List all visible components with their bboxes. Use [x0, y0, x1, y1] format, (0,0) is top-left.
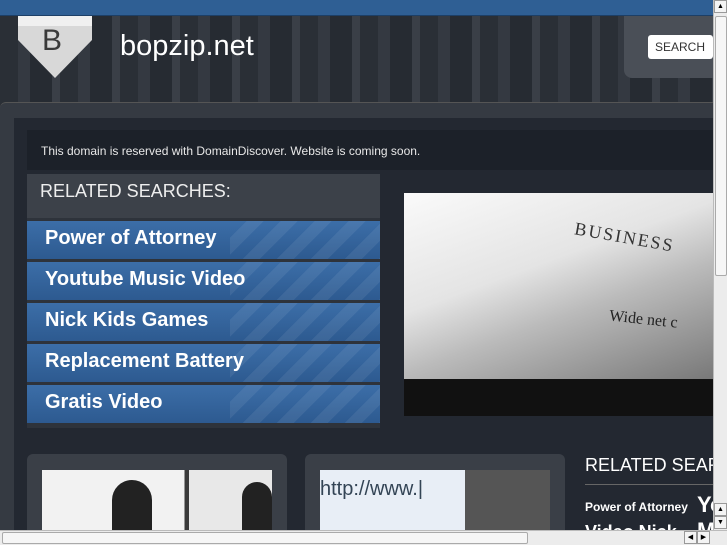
related-searches-title-2: RELATED SEARCHES:: [585, 455, 713, 475]
related-link[interactable]: Youtube Music Video: [27, 262, 380, 300]
related-searches-title: RELATED SEARCHES:: [27, 174, 380, 218]
scroll-up-icon[interactable]: ▲: [714, 0, 727, 13]
related-searches: RELATED SEARCHES: Power of Attorney Yout…: [27, 174, 380, 428]
newspaper-image: BUSINESS Wide net c: [404, 193, 713, 379]
logo-shield-icon: B: [18, 16, 92, 78]
scroll-left-icon[interactable]: ◀: [684, 531, 697, 544]
newspaper-headline: BUSINESS: [573, 218, 677, 256]
vertical-scrollbar[interactable]: ▲ ▲ ▼: [713, 0, 727, 530]
business-people-image: [42, 470, 272, 530]
related-link[interactable]: Replacement Battery: [27, 344, 380, 382]
scroll-down-icon[interactable]: ▼: [714, 516, 727, 529]
horizontal-scroll-thumb[interactable]: [2, 532, 528, 544]
related-link[interactable]: Nick Kids Games: [27, 303, 380, 341]
notice-text: This domain is reserved with DomainDisco…: [27, 130, 713, 170]
site-title: bopzip.net: [120, 30, 254, 62]
http-text: http://www.|: [320, 478, 424, 500]
horizontal-scrollbar[interactable]: ◀ ▶: [0, 530, 727, 545]
hero-image: BUSINESS Wide net c: [404, 193, 713, 416]
newspaper-subline: Wide net c: [608, 307, 679, 332]
logo[interactable]: B: [18, 16, 92, 78]
top-bar: [0, 0, 713, 16]
divider: [585, 484, 713, 485]
related-link[interactable]: Power of Attorney: [585, 500, 688, 514]
page: B bopzip.net SEARCH This domain is reser…: [0, 0, 713, 530]
related-link[interactable]: Video Nick Kids Games: [585, 522, 713, 530]
svg-text:B: B: [42, 24, 62, 57]
related-link[interactable]: Power of Attorney: [27, 221, 380, 259]
related-link[interactable]: Gratis Video: [27, 385, 380, 423]
search-button[interactable]: SEARCH: [648, 35, 713, 59]
vertical-scroll-thumb[interactable]: [715, 16, 727, 276]
scroll-up-icon[interactable]: ▲: [714, 503, 727, 516]
http-image: http://www.|: [320, 470, 550, 530]
scroll-right-icon[interactable]: ▶: [697, 531, 710, 544]
